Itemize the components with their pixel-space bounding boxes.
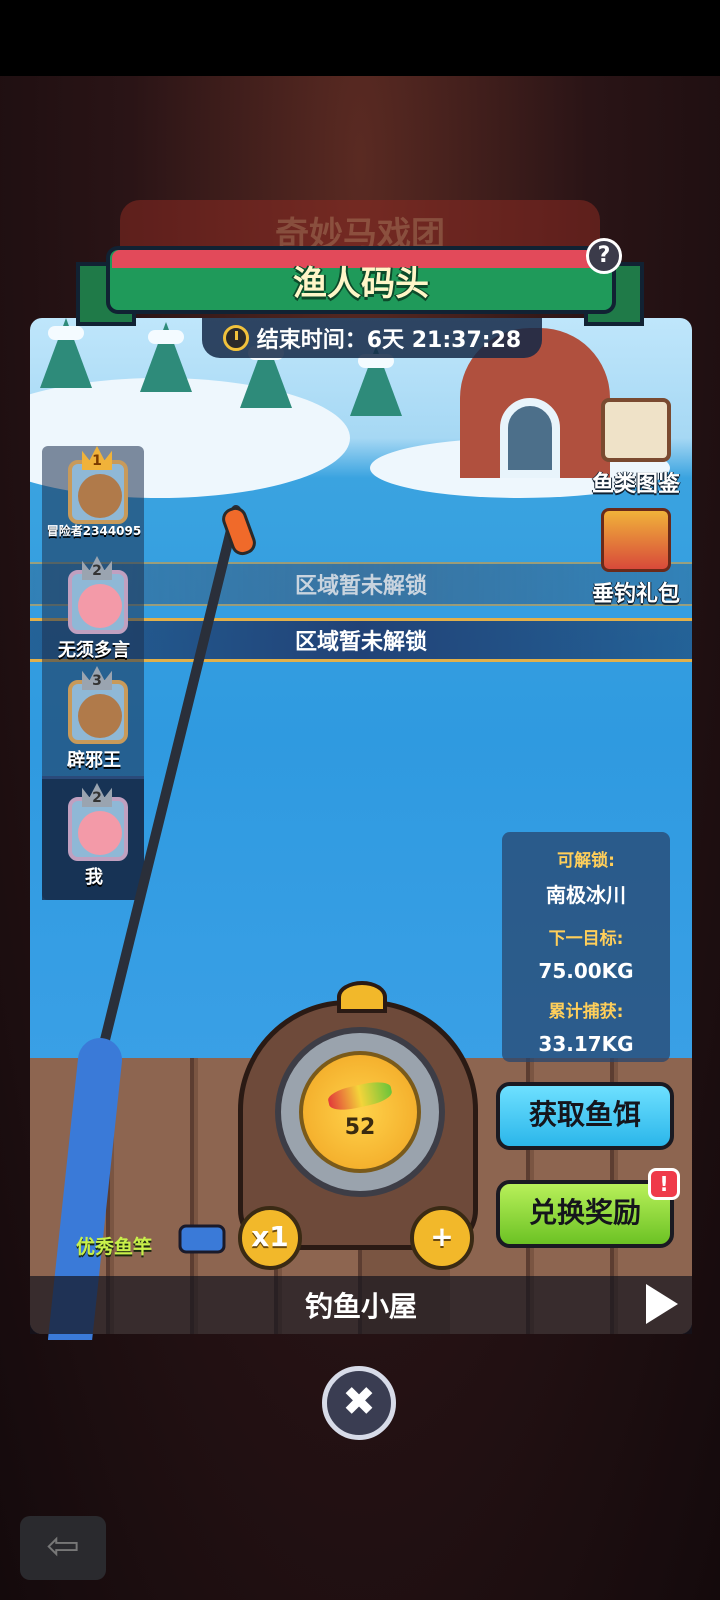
fishing-hut-bar[interactable]: 钓鱼小屋 (30, 1276, 692, 1334)
fish-guide-label: 鱼类图鉴 (591, 472, 680, 497)
notification-badge: ! (648, 1168, 680, 1200)
fishing-pack-label: 垂钓礼包 (591, 582, 680, 607)
bait-display[interactable]: 52 (299, 1051, 421, 1173)
event-timer: 结束时间：6天 21:37:28 (202, 318, 542, 358)
fishing-rod (48, 505, 256, 1340)
redeem-label: 兑换奖励 (528, 1196, 641, 1229)
pine-tree (40, 318, 92, 388)
rod-name: 优秀鱼竿 (76, 1236, 153, 1258)
play-arrow-icon[interactable] (646, 1284, 678, 1324)
total-value: 33.17KG (538, 1032, 634, 1056)
redeem-reward-button[interactable]: 兑换奖励 ! (496, 1168, 680, 1248)
fish-guide-button[interactable]: 鱼类图鉴 (586, 398, 686, 498)
lure-icon (326, 1078, 394, 1114)
total-label: 累计捕获: (548, 1002, 624, 1022)
status-area (0, 0, 720, 76)
fishing-pack-button[interactable]: 垂钓礼包 (586, 508, 686, 608)
gift-icon (601, 508, 671, 572)
pine-tree (140, 322, 192, 392)
add-bait-button[interactable]: + (410, 1206, 474, 1270)
fishing-hut-label: 钓鱼小屋 (304, 1290, 417, 1323)
reel-ring: 52 (275, 1027, 445, 1197)
target-label: 下一目标: (548, 929, 624, 949)
reel-knob (337, 981, 387, 1013)
timer-text: 结束时间：6天 21:37:28 (256, 328, 522, 353)
stopwatch-icon (222, 325, 249, 351)
locked-zone-label: 区域暂未解锁 (294, 574, 427, 599)
page-title: 渔人码头 (293, 263, 429, 304)
get-bait-button[interactable]: 获取鱼饵 (496, 1082, 674, 1150)
crown-icon: 1 (82, 446, 112, 470)
back-button[interactable]: ⇦ (20, 1516, 106, 1580)
help-button[interactable]: ? (586, 238, 622, 274)
book-icon (601, 398, 671, 462)
close-button[interactable]: ✖ (322, 1366, 396, 1440)
unlock-label: 可解锁: (557, 851, 615, 871)
unlock-value: 南极冰川 (546, 883, 626, 907)
target-value: 75.00KG (538, 959, 634, 983)
progress-info: 可解锁: 南极冰川 下一目标: 75.00KG 累计捕获: 33.17KG (502, 832, 670, 1062)
locked-zone-label: 区域暂未解锁 (294, 630, 427, 655)
multiplier-button[interactable]: x1 (238, 1206, 302, 1270)
bait-count: 52 (344, 1115, 376, 1140)
